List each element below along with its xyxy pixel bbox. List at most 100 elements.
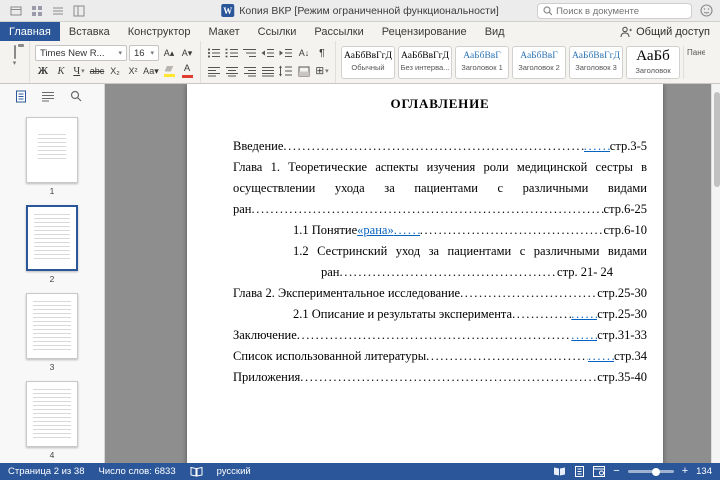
justify-button[interactable] — [260, 63, 276, 79]
superscript-button[interactable]: X² — [125, 63, 141, 79]
numbering-icon — [225, 48, 238, 58]
toc-entry-text: Список использованной литературы — [233, 349, 427, 363]
tab-Ссылки[interactable]: Ссылки — [249, 22, 306, 41]
style-card[interactable]: АаБбВвГгД Без интерва... — [398, 45, 452, 79]
thumbnail[interactable] — [26, 293, 78, 359]
read-mode-icon[interactable] — [553, 466, 566, 477]
change-case-button[interactable]: Аа▾ — [143, 63, 159, 79]
grid-icon[interactable] — [31, 5, 43, 17]
style-preview: АаБбВвГгД — [572, 50, 620, 61]
align-center-button[interactable] — [224, 63, 240, 79]
ribbon: ▾ Times New R... ▾ 16 ▾ А▴ А▾ Ж К Ч ▾ abc… — [0, 41, 720, 84]
subscript-button[interactable]: X₂ — [107, 63, 123, 79]
share-button[interactable]: Общий доступ — [620, 22, 720, 41]
web-layout-icon[interactable] — [593, 466, 606, 477]
window-icon[interactable] — [10, 5, 22, 17]
line-spacing-button[interactable] — [278, 63, 294, 79]
font-group: Times New R... ▾ 16 ▾ А▴ А▾ Ж К Ч ▾ abc X… — [30, 41, 201, 83]
zoom-out-button[interactable]: − — [613, 466, 619, 477]
align-right-button[interactable] — [242, 63, 258, 79]
find-icon[interactable] — [70, 90, 82, 102]
layout-icon[interactable] — [73, 5, 85, 17]
styles-pane-button[interactable]: Панель стилей — [683, 45, 705, 79]
underline-button[interactable]: Ч ▾ — [71, 63, 87, 79]
zoom-slider[interactable] — [627, 467, 674, 476]
strikethrough-button[interactable]: abc — [89, 63, 105, 79]
numbering-button[interactable] — [224, 45, 240, 61]
thumbnail-page-3: 3 — [26, 293, 78, 372]
thumbnail[interactable] — [26, 381, 78, 447]
window-title-area: W Копия ВКР [Режим ограниченной функцион… — [221, 4, 499, 17]
bullets-button[interactable] — [206, 45, 222, 61]
word-count-status[interactable]: Число слов: 6833 — [99, 466, 176, 477]
thumbnail[interactable] — [26, 117, 78, 183]
increase-indent-button[interactable] — [278, 45, 294, 61]
style-card[interactable]: АаБбВвГгД Обычный — [341, 45, 395, 79]
outline-view-icon[interactable] — [42, 91, 55, 102]
paste-clipboard-icon — [13, 45, 16, 59]
toc-entry-text: ран — [233, 202, 252, 216]
tab-Макет[interactable]: Макет — [199, 22, 248, 41]
style-card[interactable]: АаБбВвГ Заголовок 1 — [455, 45, 509, 79]
toc-line: Заключение..............................… — [233, 325, 647, 346]
zoom-slider-knob[interactable] — [651, 467, 660, 476]
document-search[interactable] — [537, 3, 692, 19]
sort-button[interactable]: А↓ — [296, 45, 312, 61]
multilevel-list-icon — [243, 49, 256, 57]
decrease-indent-icon — [261, 49, 274, 57]
decrease-indent-button[interactable] — [260, 45, 276, 61]
toc-heading: ОГЛАВЛЕНИЕ — [390, 96, 490, 111]
style-label: Заголовок 2 — [518, 63, 560, 73]
ribbon-tab-bar: Главная Вставка Конструктор Макет Ссылки Расс… — [0, 22, 720, 41]
leader-dots: ........................................… — [296, 328, 572, 342]
tab-Вставка[interactable]: Вставка — [60, 22, 119, 41]
document-area: ОГЛАВЛЕНИЕ Введение.....................… — [106, 84, 720, 463]
language-status[interactable]: русский — [217, 466, 251, 477]
style-label: Заголовок 3 — [575, 63, 617, 73]
multilevel-list-button[interactable] — [242, 45, 258, 61]
feedback-smiley-icon[interactable] — [700, 4, 713, 17]
styles-group: АаБбВвГгД Обычный АаБбВвГгД Без интерва... А… — [336, 41, 720, 83]
tab-Рассылки[interactable]: Рассылки — [305, 22, 372, 41]
paste-button[interactable] — [13, 45, 16, 59]
search-input[interactable] — [556, 5, 686, 17]
align-center-icon — [225, 66, 238, 76]
shrink-font-button[interactable]: А▾ — [179, 45, 195, 61]
page-count-status[interactable]: Страница 2 из 38 — [8, 466, 85, 477]
style-card[interactable]: АаБбВвГ Заголовок 2 — [512, 45, 566, 79]
style-card[interactable]: АаБбВвГгД Заголовок 3 — [569, 45, 623, 79]
leader-dots: ........................................… — [419, 223, 604, 237]
vertical-scrollbar[interactable] — [711, 84, 720, 463]
italic-button[interactable]: К — [53, 63, 69, 79]
leader-dots-link: ........................................… — [571, 307, 598, 321]
tab-Конструктор[interactable]: Конструктор — [119, 22, 200, 41]
font-size-combo[interactable]: 16 ▾ — [129, 45, 159, 61]
bold-button[interactable]: Ж — [35, 63, 51, 79]
font-name-value: Times New R... — [40, 47, 105, 59]
highlight-button[interactable] — [161, 63, 177, 79]
align-left-button[interactable] — [206, 63, 222, 79]
borders-button[interactable]: ⊞ ▾ — [314, 63, 330, 79]
thumbnails-view-icon[interactable] — [15, 90, 27, 103]
search-icon — [543, 6, 553, 16]
list-icon[interactable] — [52, 5, 64, 17]
tab-Главная[interactable]: Главная — [0, 22, 60, 41]
font-name-combo[interactable]: Times New R... ▾ — [35, 45, 127, 61]
thumbnail[interactable] — [26, 205, 78, 271]
font-color-button[interactable]: А — [179, 63, 195, 79]
pilcrow-button[interactable]: ¶ — [314, 45, 330, 61]
print-layout-icon[interactable] — [574, 466, 585, 477]
zoom-percentage[interactable]: 134 — [696, 466, 712, 477]
zoom-in-button[interactable]: + — [682, 466, 688, 477]
toc-link[interactable]: «рана» — [357, 220, 394, 241]
toc-line: 2.1 Описание и результаты эксперимента..… — [293, 304, 647, 325]
scrollbar-thumb[interactable] — [713, 92, 720, 187]
tab-Рецензирование[interactable]: Рецензирование — [373, 22, 476, 41]
toc-entry-text: Введение — [233, 139, 284, 153]
shading-button[interactable] — [296, 63, 312, 79]
tab-Вид[interactable]: Вид — [476, 22, 514, 41]
proofing-book-icon[interactable] — [190, 466, 203, 477]
style-title[interactable]: АаБб Заголовок — [626, 45, 680, 79]
grow-font-button[interactable]: А▴ — [161, 45, 177, 61]
document-page[interactable]: ОГЛАВЛЕНИЕ Введение.....................… — [187, 84, 663, 463]
